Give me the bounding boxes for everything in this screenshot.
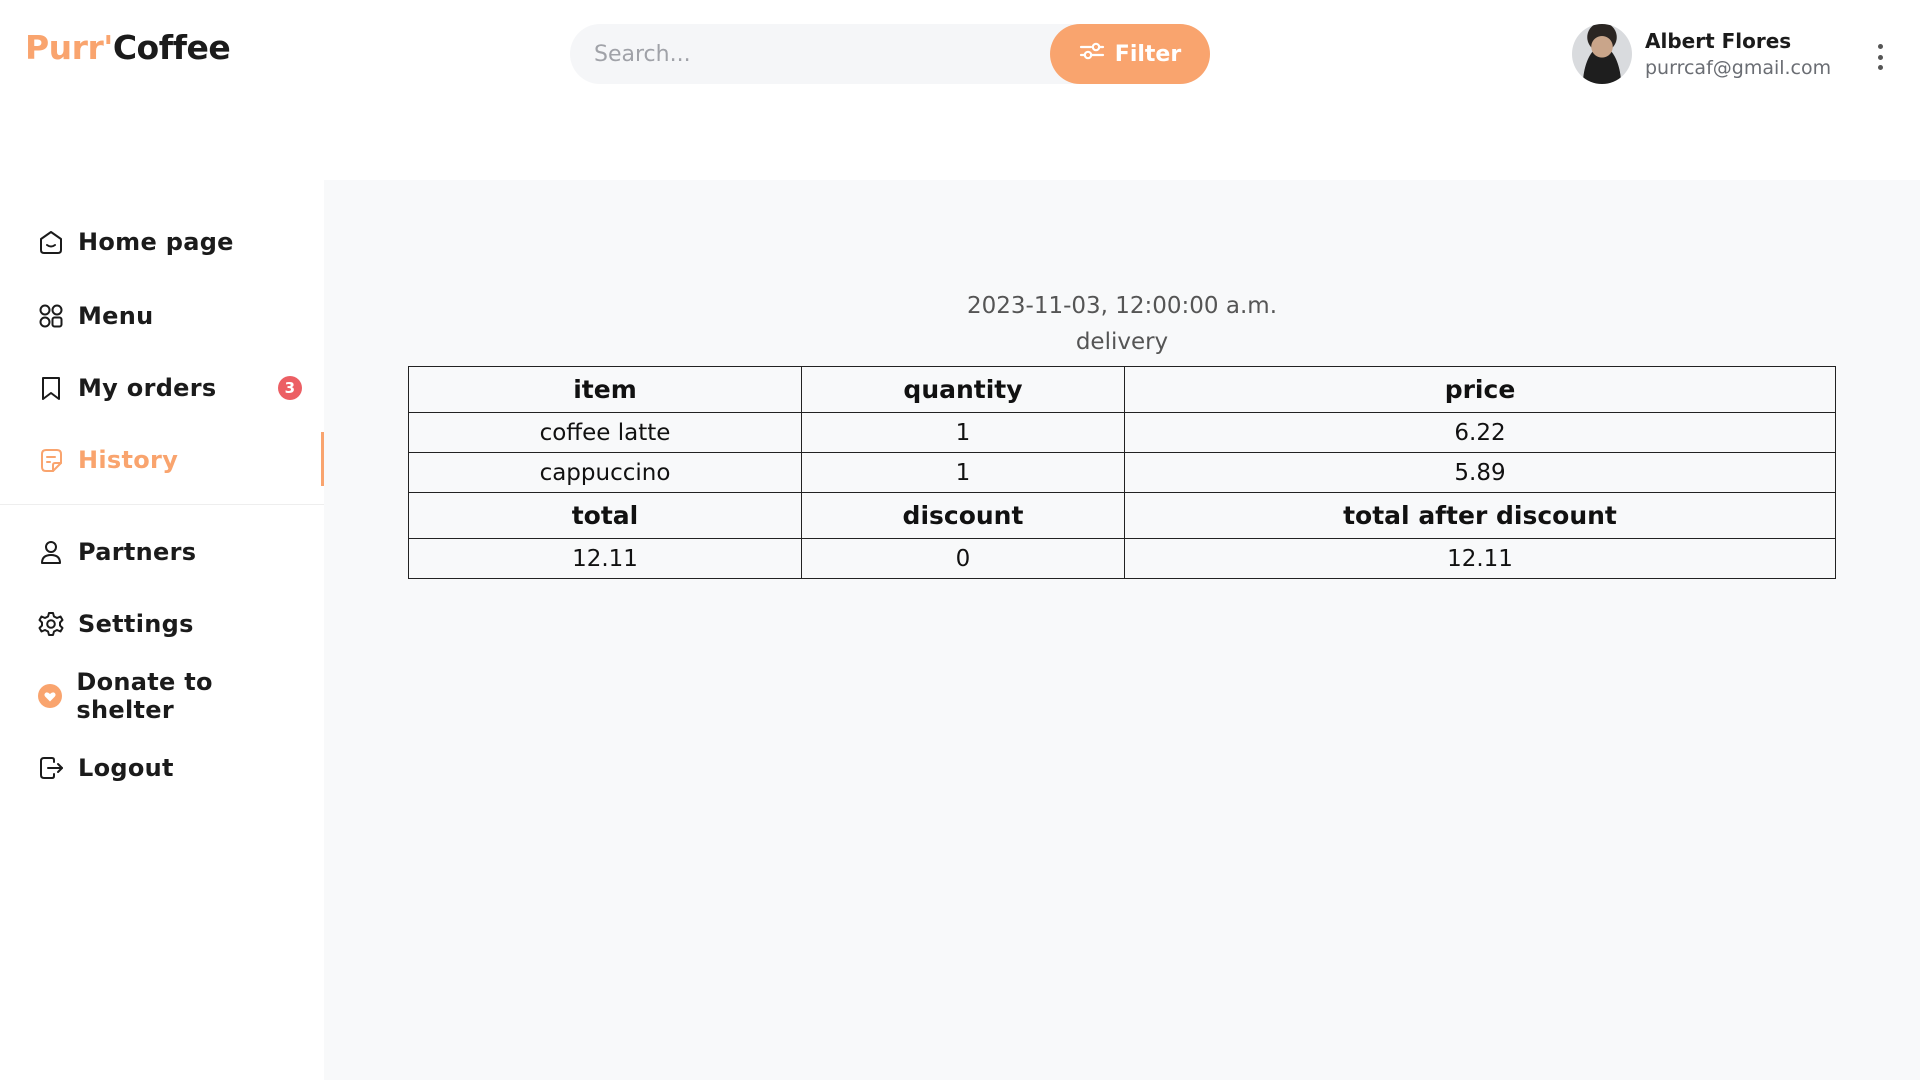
- brand-logo[interactable]: Purr'Coffee: [25, 28, 231, 67]
- bookmark-icon: [36, 373, 66, 403]
- sidebar-item-label: History: [78, 446, 179, 474]
- sidebar-divider: [0, 504, 324, 505]
- column-header-total-after-discount: total after discount: [1124, 492, 1836, 539]
- table-cell: coffee latte: [408, 412, 802, 453]
- document-icon: [36, 445, 66, 475]
- logout-icon: [36, 753, 66, 783]
- grid-icon: [36, 301, 66, 331]
- summary-header-row: total discount total after discount: [408, 492, 1836, 539]
- order-date: 2023-11-03, 12:00:00 a.m.: [966, 293, 1278, 319]
- sidebar-item-history[interactable]: History: [36, 440, 306, 480]
- sidebar-item-my-orders[interactable]: My orders 3: [36, 368, 306, 408]
- column-header-price: price: [1124, 366, 1836, 413]
- orders-count-badge: 3: [278, 376, 302, 400]
- filter-button[interactable]: Filter: [1050, 24, 1210, 84]
- main-content: 2023-11-03, 12:00:00 a.m. delivery item …: [324, 180, 1920, 1080]
- summary-row: 12.11 0 12.11: [408, 538, 1836, 579]
- table-cell: 1: [801, 412, 1125, 453]
- sidebar-item-label: Donate to shelter: [76, 668, 213, 724]
- user-email: purrcaf@gmail.com: [1645, 57, 1832, 79]
- user-profile[interactable]: Albert Flores purrcaf@gmail.com: [1572, 24, 1831, 84]
- sidebar-item-donate[interactable]: Donate to shelter: [36, 668, 306, 724]
- user-name: Albert Flores: [1645, 29, 1792, 53]
- table-cell: 1: [801, 452, 1125, 493]
- table-cell: cappuccino: [408, 452, 802, 493]
- total-after-discount-value: 12.11: [1124, 538, 1836, 579]
- sidebar-item-partners[interactable]: Partners: [36, 532, 306, 572]
- user-icon: [36, 537, 66, 567]
- home-icon: [36, 227, 66, 257]
- table-cell: 6.22: [1124, 412, 1836, 453]
- brand-logo-part1: Purr': [25, 28, 113, 67]
- brand-logo-part2: Coffee: [112, 28, 231, 67]
- sidebar-item-home[interactable]: Home page: [36, 222, 306, 262]
- search-input[interactable]: [570, 24, 1050, 84]
- column-header-total: total: [408, 492, 802, 539]
- table-header-row: item quantity price: [408, 366, 1836, 413]
- gear-icon: [36, 609, 66, 639]
- search-bar: Filter: [570, 24, 1210, 84]
- sidebar-item-settings[interactable]: Settings: [36, 604, 306, 644]
- heart-icon: [36, 681, 64, 711]
- column-header-item: item: [408, 366, 802, 413]
- filter-label: Filter: [1114, 41, 1182, 67]
- sidebar-item-label: Home page: [78, 228, 234, 256]
- top-header: Purr'Coffee Filter Albert Flores purrcaf…: [0, 0, 1920, 180]
- sidebar-item-logout[interactable]: Logout: [36, 748, 306, 788]
- sidebar-item-label: Menu: [78, 302, 154, 330]
- sidebar-item-label: Logout: [78, 754, 174, 782]
- discount-value: 0: [801, 538, 1125, 579]
- order-type: delivery: [1075, 329, 1169, 355]
- sliders-icon: [1079, 41, 1105, 67]
- sidebar: Home page Menu My orders 3 History Partn…: [0, 180, 324, 1080]
- table-cell: 5.89: [1124, 452, 1836, 493]
- sidebar-item-label: My orders: [78, 374, 217, 402]
- more-options-icon[interactable]: [1874, 44, 1886, 70]
- sidebar-item-menu[interactable]: Menu: [36, 296, 306, 336]
- avatar[interactable]: [1572, 24, 1632, 84]
- column-header-quantity: quantity: [801, 366, 1125, 413]
- profile-text: Albert Flores purrcaf@gmail.com: [1645, 29, 1831, 79]
- table-row: cappuccino 1 5.89: [408, 452, 1836, 493]
- sidebar-item-label: Partners: [78, 538, 197, 566]
- sidebar-item-label: Settings: [78, 610, 194, 638]
- order-table: item quantity price coffee latte 1 6.22 …: [408, 366, 1836, 579]
- column-header-discount: discount: [801, 492, 1125, 539]
- table-row: coffee latte 1 6.22: [408, 412, 1836, 453]
- total-value: 12.11: [408, 538, 802, 579]
